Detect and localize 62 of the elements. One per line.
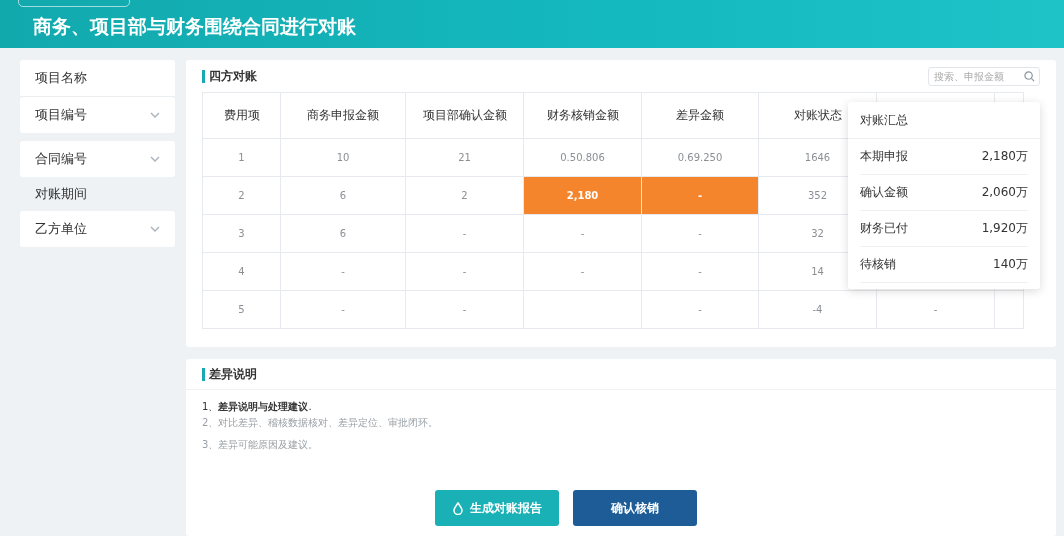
table-cell: - xyxy=(697,190,703,201)
search-field[interactable]: 搜索、申报金额 xyxy=(928,66,1040,86)
chevron-down-icon xyxy=(150,226,160,232)
table-cell: 14 xyxy=(811,266,824,277)
filter-label: 对账期间 xyxy=(34,185,88,203)
table-cell: 2,180 xyxy=(566,190,599,201)
summary-value: 140万 xyxy=(993,256,1028,273)
table-cell: 1 xyxy=(238,152,245,163)
section-title: 差异说明 xyxy=(209,365,257,383)
column-header: 财务核销金额 xyxy=(523,92,642,139)
table-cell: - xyxy=(698,266,702,277)
table-cell: - xyxy=(462,266,467,277)
confirm-button[interactable]: 确认核销 xyxy=(573,490,697,526)
table-cell: 32 xyxy=(811,228,824,239)
table-cell: - xyxy=(933,304,938,315)
section-title: 四方对账 xyxy=(209,67,257,85)
table-cell: - xyxy=(462,304,467,315)
summary-label: 确认金额 xyxy=(860,184,908,201)
table-cell: 0.69.250 xyxy=(677,152,723,163)
note-line: 1、差异说明与处理建议. xyxy=(202,400,313,414)
table-cell: - xyxy=(580,228,585,239)
column-header: 项目部确认金额 xyxy=(405,92,524,139)
table-cell: -4 xyxy=(812,304,823,315)
table-cell: 5 xyxy=(238,304,245,315)
table-cell: 352 xyxy=(807,190,828,201)
summary-label: 本期申报 xyxy=(860,148,908,165)
note-line: 2、对比差异、稽核数据核对、差异定位、审批闭环。 xyxy=(202,416,440,430)
filter-field[interactable]: 合同编号 xyxy=(20,141,175,177)
chevron-down-icon xyxy=(150,156,160,162)
filter-field[interactable]: 乙方单位 xyxy=(20,211,175,247)
chevron-down-icon xyxy=(150,112,160,118)
table-cell: - xyxy=(580,266,585,277)
table-cell: - xyxy=(698,228,702,239)
column-header: 差异金额 xyxy=(641,92,759,139)
summary-label: 财务已付 xyxy=(860,220,908,237)
note-line: 3、差异可能原因及建议。 xyxy=(202,438,320,452)
summary-value: 2,180万 xyxy=(981,148,1028,165)
table-cell: 21 xyxy=(458,152,471,163)
table-cell: - xyxy=(341,266,345,277)
table-cell: 4 xyxy=(238,266,245,277)
summary-label: 待核销 xyxy=(860,256,896,273)
column-header: 费用项 xyxy=(202,92,281,139)
summary-value: 2,060万 xyxy=(981,184,1028,201)
table-cell: - xyxy=(462,228,467,239)
column-header: 商务申报金额 xyxy=(280,92,406,139)
table-cell: 6 xyxy=(339,228,347,239)
table-cell: 6 xyxy=(339,190,347,201)
filter-field[interactable]: 项目名称 xyxy=(20,60,175,97)
table-cell: - xyxy=(698,304,702,315)
search-icon xyxy=(1024,70,1035,82)
table-cell: 2 xyxy=(238,190,245,201)
table-cell: 3 xyxy=(238,228,245,239)
table-cell: 0.50.806 xyxy=(560,152,605,163)
table-cell: 2 xyxy=(461,190,468,201)
page-title: 商务、项目部与财务围绕合同进行对账 xyxy=(33,14,356,39)
table-cell: - xyxy=(341,304,345,315)
table-cell: 10 xyxy=(336,152,350,163)
summary-value: 1,920万 xyxy=(981,220,1028,237)
drop-icon xyxy=(452,501,464,515)
filter-field[interactable]: 项目编号 xyxy=(20,97,175,133)
table-cell: 1646 xyxy=(804,152,831,163)
popover-title: 对账汇总 xyxy=(848,102,1040,139)
